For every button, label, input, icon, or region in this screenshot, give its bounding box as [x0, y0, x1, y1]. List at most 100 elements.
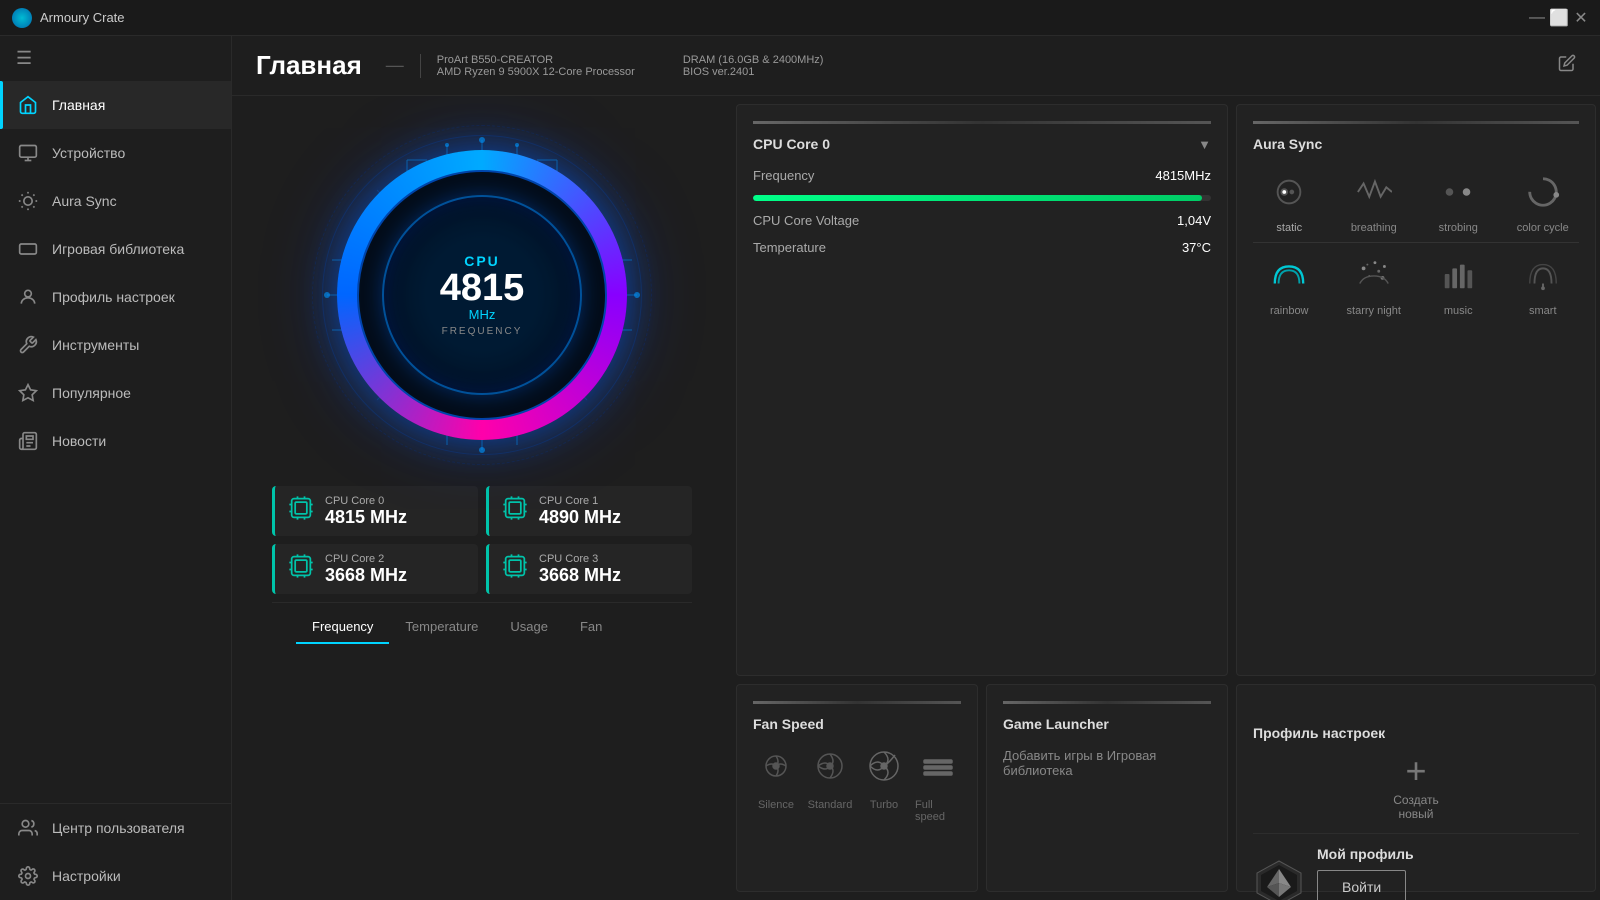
core-name-3: CPU Core 3: [539, 553, 621, 565]
hamburger-menu[interactable]: ☰: [0, 36, 231, 81]
aura-header: Aura Sync: [1253, 136, 1579, 152]
sidebar-item-news[interactable]: Новости: [0, 417, 231, 465]
app-title: Armoury Crate: [40, 10, 125, 25]
fan-label-standard: Standard: [808, 799, 853, 811]
aura-item-color-cycle[interactable]: color cycle: [1507, 168, 1580, 234]
header-info-left: ProArt B550-CREATOR AMD Ryzen 9 5900X 12…: [420, 54, 635, 78]
header-actions: [1558, 54, 1576, 77]
core-name-0: CPU Core 0: [325, 495, 407, 507]
game-top-sep: [1003, 701, 1211, 704]
news-icon: [16, 429, 40, 453]
maximize-button[interactable]: ⬜: [1552, 11, 1566, 25]
fan-item-standard[interactable]: Standard: [807, 748, 853, 823]
voltage-label: CPU Core Voltage: [753, 213, 859, 228]
fan-item-full-speed[interactable]: Full speed: [915, 748, 961, 823]
stat-row-frequency: Frequency 4815MHz: [753, 168, 1211, 183]
settings-profile-title: Профиль настроек: [1253, 725, 1385, 741]
turbo-fan-icon: [866, 748, 902, 791]
cpu-stats-panel: CPU Core 0 ▼ Frequency 4815MHz CPU Core …: [736, 104, 1228, 676]
full-speed-fan-icon: [920, 748, 956, 791]
cpu-visualization: CPU 4815 MHz FREQUENCY: [307, 120, 657, 470]
main-grid: CPU 4815 MHz FREQUENCY: [232, 96, 1600, 900]
sidebar: ☰ Главная Устройство: [0, 36, 232, 900]
voltage-value: 1,04V: [1177, 213, 1211, 228]
sidebar-label-device: Устройство: [52, 145, 125, 161]
sidebar-item-tools[interactable]: Инструменты: [0, 321, 231, 369]
core-tile-info-3: CPU Core 3 3668 MHz: [539, 553, 621, 586]
cpu-inner-display: CPU 4815 MHz FREQUENCY: [382, 195, 582, 395]
aura-top-sep: [1253, 121, 1579, 124]
fan-item-silence[interactable]: Silence: [753, 748, 799, 823]
core-grid: CPU Core 0 4815 MHz: [272, 486, 692, 594]
aura-title: Aura Sync: [1253, 136, 1322, 152]
aura-item-music[interactable]: music: [1422, 251, 1495, 317]
sidebar-label-user-center: Центр пользователя: [52, 820, 185, 836]
app-body: ☰ Главная Устройство: [0, 36, 1600, 900]
aura-item-starry-night[interactable]: starry night: [1338, 251, 1411, 317]
fan-panel: Fan Speed: [736, 684, 978, 892]
sidebar-item-home[interactable]: Главная: [0, 81, 231, 129]
sidebar-item-popular[interactable]: Популярное: [0, 369, 231, 417]
bottom-panels-row: Fan Speed: [732, 680, 1600, 900]
fan-label-silence: Silence: [758, 799, 794, 811]
sidebar-item-settings[interactable]: Настройки: [0, 852, 231, 900]
cpu-frequency: 4815: [440, 269, 525, 307]
create-new-label-1: Создать: [1393, 793, 1439, 807]
aura-item-strobing[interactable]: strobing: [1422, 168, 1495, 234]
my-profile-section: Мой профиль Войти Добро пожаловать в ARM…: [1253, 833, 1579, 900]
game-panel: Game Launcher Добавить игры в Игровая би…: [986, 684, 1228, 892]
sidebar-item-games[interactable]: Игровая библиотека: [0, 225, 231, 273]
core-tile-info-1: CPU Core 1 4890 MHz: [539, 495, 621, 528]
core-name-1: CPU Core 1: [539, 495, 621, 507]
aura-separator: [1253, 242, 1579, 243]
aura-item-static[interactable]: static: [1253, 168, 1326, 234]
sidebar-bottom: Центр пользователя Настройки: [0, 803, 231, 900]
temp-label: Temperature: [753, 240, 826, 255]
cpu-stats-dropdown[interactable]: ▼: [1198, 137, 1211, 152]
silence-fan-icon: [758, 748, 794, 791]
cpu-outer-glow: CPU 4815 MHz FREQUENCY: [337, 150, 627, 440]
core-tile-2: CPU Core 2 3668 MHz: [272, 544, 478, 594]
settings-icon: [16, 864, 40, 888]
main-content: Главная — ProArt B550-CREATOR AMD Ryzen …: [232, 36, 1600, 900]
minimize-button[interactable]: —: [1530, 11, 1544, 25]
profile-panel: Профиль настроек + Создать новый: [1236, 684, 1596, 892]
header-edit-button[interactable]: [1558, 54, 1576, 77]
tab-frequency[interactable]: Frequency: [296, 611, 389, 644]
bios-info: BIOS ver.2401: [683, 66, 824, 78]
cpu-info: AMD Ryzen 9 5900X 12-Core Processor: [437, 66, 635, 78]
aura-label-rainbow: rainbow: [1270, 305, 1309, 317]
core-tile-info-2: CPU Core 2 3668 MHz: [325, 553, 407, 586]
aura-label-breathing: breathing: [1351, 222, 1397, 234]
fan-label-full-speed: Full speed: [915, 799, 961, 823]
sidebar-label-home: Главная: [52, 97, 105, 113]
sidebar-label-news: Новости: [52, 433, 106, 449]
login-button[interactable]: Войти: [1317, 870, 1406, 900]
tab-usage[interactable]: Usage: [494, 611, 564, 644]
fan-item-turbo[interactable]: Turbo: [861, 748, 907, 823]
sidebar-item-profiles[interactable]: Профиль настроек: [0, 273, 231, 321]
tools-icon: [16, 333, 40, 357]
sidebar-item-device[interactable]: Устройство: [0, 129, 231, 177]
cpu-freq-label: FREQUENCY: [442, 326, 523, 337]
fan-top-sep: [753, 701, 961, 704]
sidebar-label-aura: Aura Sync: [52, 193, 117, 209]
cpu-stats-title: CPU Core 0: [753, 136, 830, 152]
aura-item-rainbow[interactable]: rainbow: [1253, 251, 1326, 317]
tab-fan[interactable]: Fan: [564, 611, 618, 644]
close-button[interactable]: ✕: [1574, 11, 1588, 25]
core-tile-1: CPU Core 1 4890 MHz: [486, 486, 692, 536]
strobing-icon: [1434, 168, 1482, 216]
aura-item-breathing[interactable]: breathing: [1338, 168, 1411, 234]
aura-item-smart[interactable]: smart: [1507, 251, 1580, 317]
standard-fan-icon: [812, 748, 848, 791]
temp-value: 37°C: [1182, 240, 1211, 255]
game-text: Добавить игры в Игровая библиотека: [1003, 748, 1156, 778]
home-icon: [16, 93, 40, 117]
sidebar-item-aura[interactable]: Aura Sync: [0, 177, 231, 225]
core-freq-2: 3668 MHz: [325, 565, 407, 586]
tab-temperature[interactable]: Temperature: [389, 611, 494, 644]
create-new-button[interactable]: + Создать новый: [1253, 753, 1579, 821]
top-sep: [753, 121, 1211, 124]
sidebar-item-user-center[interactable]: Центр пользователя: [0, 804, 231, 852]
